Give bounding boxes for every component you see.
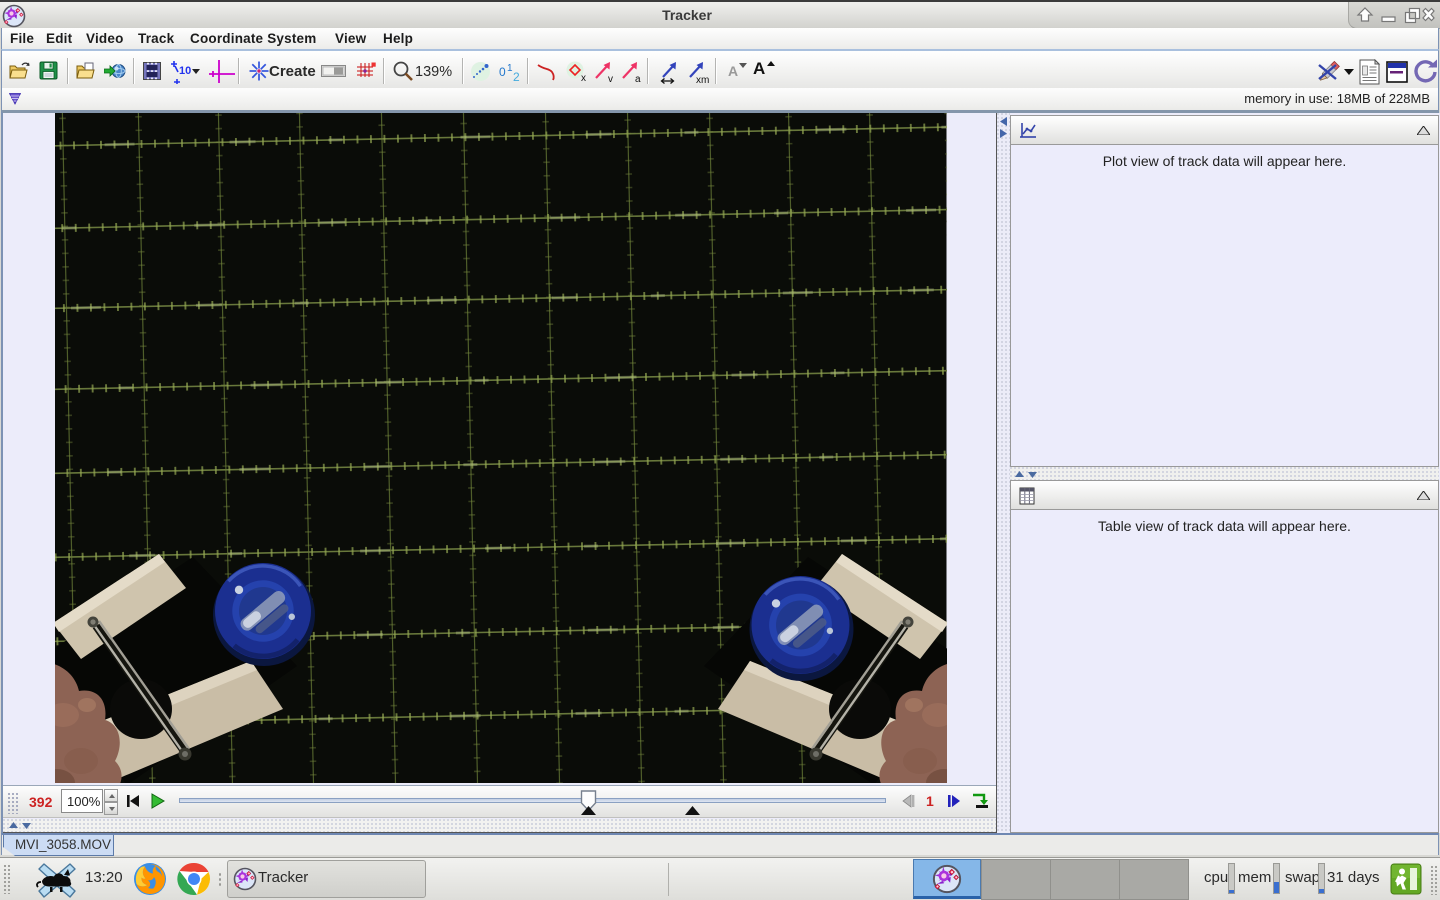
svg-text:0: 0 xyxy=(499,65,506,79)
svg-text:2: 2 xyxy=(513,70,520,84)
svg-text:xm: xm xyxy=(696,75,709,84)
svg-text:v: v xyxy=(608,74,613,84)
svg-text:x: x xyxy=(581,73,586,83)
svg-text:a: a xyxy=(635,74,641,84)
svg-text:10: 10 xyxy=(179,65,191,77)
